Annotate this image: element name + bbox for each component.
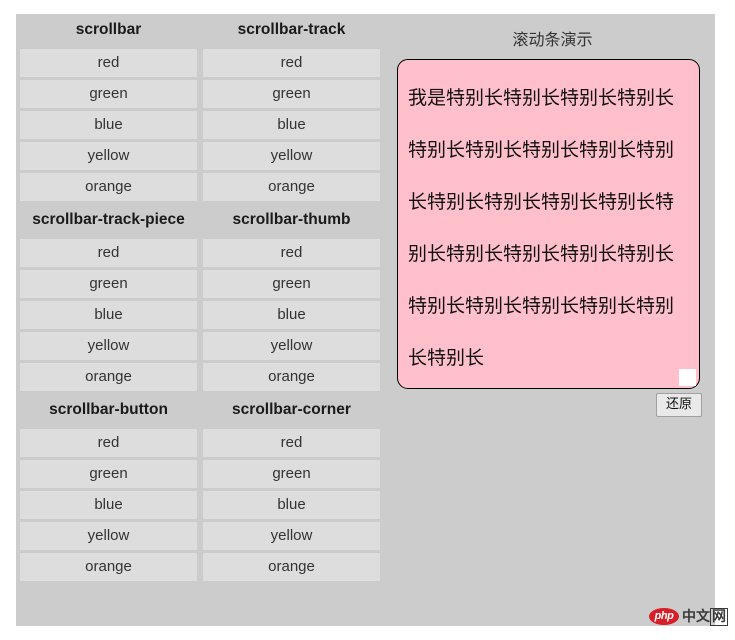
scrollbar-demo-panel: 滚动条演示 我是特别长特别长特别长特别长特别长特别长特别长特别长特别长特别长特别…: [384, 14, 715, 626]
table-row: blue blue: [20, 301, 380, 329]
table-cell: red: [203, 49, 380, 77]
table-row: red red: [20, 239, 380, 267]
table-cell: red: [203, 239, 380, 267]
table-row: orange orange: [20, 173, 380, 201]
table-cell: green: [203, 80, 380, 108]
table-cell: red: [203, 429, 380, 457]
scrollbar-pseudo-element-table: scrollbar scrollbar-track red red green …: [16, 14, 384, 626]
restore-button[interactable]: 还原: [656, 393, 702, 417]
scrollable-text-box[interactable]: 我是特别长特别长特别长特别长特别长特别长特别长特别长特别长特别长特别长特别长特别…: [397, 59, 700, 389]
table-section: scrollbar-track-piece scrollbar-thumb re…: [20, 204, 380, 391]
table-header-row: scrollbar-button scrollbar-corner: [20, 394, 380, 426]
table-cell: orange: [20, 363, 197, 391]
table-section: scrollbar-button scrollbar-corner red re…: [20, 394, 380, 581]
table-cell: red: [20, 429, 197, 457]
scrollbar-corner: [679, 369, 696, 386]
table-cell: orange: [20, 553, 197, 581]
table-cell: blue: [203, 301, 380, 329]
table-row: green green: [20, 80, 380, 108]
table-row: blue blue: [20, 111, 380, 139]
column-header-scrollbar-thumb: scrollbar-thumb: [232, 211, 351, 228]
column-header-scrollbar-track: scrollbar-track: [237, 21, 346, 38]
table-row: red red: [20, 429, 380, 457]
table-cell: green: [203, 460, 380, 488]
table-cell: yellow: [20, 142, 197, 170]
table-cell: orange: [203, 553, 380, 581]
table-cell: yellow: [203, 142, 380, 170]
table-row: red red: [20, 49, 380, 77]
table-cell: yellow: [203, 332, 380, 360]
table-section: scrollbar scrollbar-track red red green …: [20, 14, 380, 201]
column-header-scrollbar-button: scrollbar-button: [49, 401, 168, 418]
php-logo-icon: php: [649, 607, 679, 625]
column-header-scrollbar: scrollbar: [75, 21, 142, 38]
table-cell: yellow: [20, 332, 197, 360]
table-cell: green: [203, 270, 380, 298]
table-row: yellow yellow: [20, 332, 380, 360]
table-cell: orange: [203, 363, 380, 391]
table-cell: blue: [203, 111, 380, 139]
table-cell: yellow: [20, 522, 197, 550]
table-cell: yellow: [203, 522, 380, 550]
table-row: orange orange: [20, 553, 380, 581]
table-cell: green: [20, 270, 197, 298]
table-cell: blue: [203, 491, 380, 519]
table-cell: blue: [20, 301, 197, 329]
table-header-row: scrollbar-track-piece scrollbar-thumb: [20, 204, 380, 236]
table-row: blue blue: [20, 491, 380, 519]
table-cell: green: [20, 460, 197, 488]
table-row: green green: [20, 270, 380, 298]
watermark-label-prefix: 中文: [682, 609, 710, 625]
table-row: orange orange: [20, 363, 380, 391]
table-cell: blue: [20, 491, 197, 519]
table-header-row: scrollbar scrollbar-track: [20, 14, 380, 46]
table-cell: red: [20, 239, 197, 267]
table-cell: orange: [20, 173, 197, 201]
column-header-scrollbar-track-piece: scrollbar-track-piece: [32, 211, 185, 228]
watermark-label-boxed: 网: [710, 608, 728, 626]
column-header-scrollbar-corner: scrollbar-corner: [232, 401, 351, 418]
demo-title: 滚动条演示: [512, 30, 593, 49]
scroll-box-text: 我是特别长特别长特别长特别长特别长特别长特别长特别长特别长特别长特别长特别长特别…: [408, 87, 675, 369]
table-cell: orange: [203, 173, 380, 201]
table-row: yellow yellow: [20, 522, 380, 550]
php-chinese-watermark: php 中文网: [649, 604, 729, 628]
table-cell: blue: [20, 111, 197, 139]
watermark-label: 中文网: [682, 606, 728, 626]
table-row: green green: [20, 460, 380, 488]
table-cell: green: [20, 80, 197, 108]
table-cell: red: [20, 49, 197, 77]
table-row: yellow yellow: [20, 142, 380, 170]
